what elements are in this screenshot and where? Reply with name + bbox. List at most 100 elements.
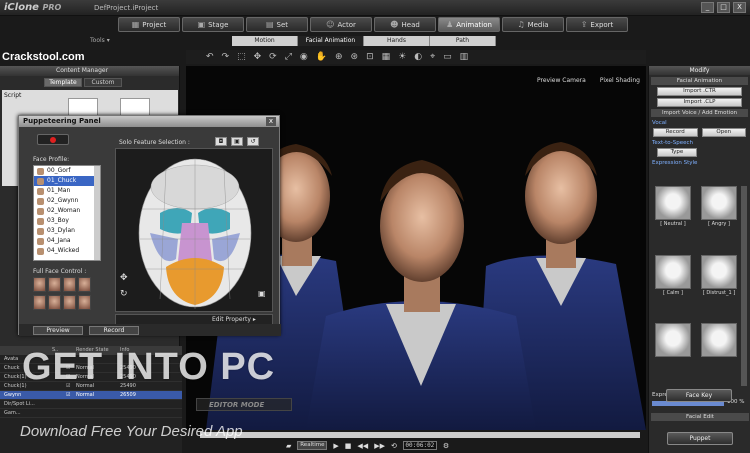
next-frame-icon[interactable]: ▶▶ [374, 442, 385, 450]
face-profile-item[interactable]: 01_Chuck [34, 176, 100, 186]
tab-stage[interactable]: ▣ Stage [182, 17, 244, 32]
timeline-track[interactable] [200, 432, 640, 438]
scene-row[interactable]: Dir/Spot Li... [0, 400, 182, 409]
expression-preset[interactable]: [ Neutral ] [653, 186, 693, 251]
pan-icon[interactable]: ✋ [316, 52, 327, 62]
resize-icon[interactable]: ▣ [258, 289, 266, 298]
zoom-icon[interactable]: ⊕ [335, 52, 343, 62]
full-face-preset[interactable] [78, 295, 91, 310]
subtab-path[interactable]: Path [430, 36, 496, 46]
expression-scrollbar[interactable] [741, 186, 747, 386]
scale-icon[interactable]: ⤢ [285, 52, 292, 62]
close-button[interactable]: X [733, 2, 746, 13]
expression-preset[interactable]: [ Angry ] [699, 186, 739, 251]
record-toggle-button[interactable] [37, 134, 69, 145]
timeline-toggle-icon[interactable]: ▰ [286, 442, 291, 450]
full-face-preset[interactable] [63, 295, 76, 310]
tab-actor[interactable]: ☺ Actor [310, 17, 372, 32]
expression-thumbnail [701, 323, 737, 358]
expression-preset[interactable]: [ Calm ] [653, 254, 693, 320]
subtab-hands[interactable]: Hands [364, 36, 430, 46]
view-icon[interactable]: ▭ [443, 52, 452, 62]
face-profile-item[interactable]: 03_Boy [34, 216, 100, 226]
grid-icon[interactable]: ▦ [382, 52, 391, 62]
reset-icon[interactable]: ↺ [247, 137, 259, 146]
rotate-icon[interactable]: ↻ [120, 289, 128, 299]
facial-animation-section: Facial Animation [651, 77, 748, 85]
tab-export[interactable]: ⇪ Export [566, 17, 628, 32]
expression-preset[interactable] [653, 323, 693, 388]
rotate-icon[interactable]: ⟳ [269, 52, 277, 62]
scene-row[interactable]: Gwynn ☑ Normal 26509 [0, 391, 182, 400]
vocal-record-button[interactable]: Record [653, 128, 698, 137]
scene-row[interactable]: Gam... [0, 409, 182, 418]
full-face-preset[interactable] [78, 277, 91, 292]
full-face-preset[interactable] [63, 277, 76, 292]
stats-icon[interactable]: ▥ [460, 52, 469, 62]
tab-set[interactable]: ▤ Set [246, 17, 308, 32]
undo-icon[interactable]: ↶ [206, 52, 214, 62]
import-clp-button[interactable]: Import .CLP [657, 98, 742, 107]
pixel-shading-selector[interactable]: Pixel Shading [600, 77, 640, 84]
move-icon[interactable]: ✥ [120, 273, 128, 283]
face-profile-item[interactable]: 04_Wicked [34, 246, 100, 256]
redo-icon[interactable]: ↷ [222, 52, 230, 62]
full-face-preset[interactable] [48, 277, 61, 292]
preview-camera-selector[interactable]: Preview Camera [537, 77, 586, 84]
minimize-button[interactable]: _ [701, 2, 714, 13]
face-profile-list[interactable]: 00_Gorf 01_Chuck 01_Man 02_Gwynn 02_Woman 03_… [33, 165, 101, 261]
tab-animation[interactable]: ♟ Animation [438, 17, 500, 32]
tab-custom[interactable]: Custom [84, 78, 122, 87]
snap-icon[interactable]: ⌖ [430, 52, 435, 62]
expression-preset[interactable] [699, 323, 739, 388]
vocal-open-button[interactable]: Open [701, 128, 746, 137]
save-icon[interactable]: ▣ [231, 137, 243, 146]
face-profile-item[interactable]: 01_Man [34, 186, 100, 196]
fit-icon[interactable]: ⊡ [366, 52, 374, 62]
subtab-motion[interactable]: Motion [232, 36, 298, 46]
expression-preset[interactable]: [ Distrust_1 ] [699, 254, 739, 320]
subtab-facial-animation[interactable]: Facial Animation [298, 36, 364, 46]
record-button[interactable]: Record [89, 325, 139, 335]
loop-icon[interactable]: ⟲ [391, 442, 397, 450]
full-face-preset[interactable] [48, 295, 61, 310]
full-face-preset[interactable] [33, 277, 46, 292]
settings-icon[interactable]: ⚙ [443, 442, 449, 450]
face-key-button[interactable]: Face Key [666, 389, 732, 402]
tools-menu[interactable]: Tools ▾ [90, 37, 110, 44]
face-profile-item[interactable]: 00_Gorf [34, 166, 100, 176]
close-panel-button[interactable]: x [266, 117, 276, 126]
camera-icon[interactable]: ◉ [300, 52, 308, 62]
face-profile-item[interactable]: 04_Jana [34, 236, 100, 246]
preview-button[interactable]: Preview [33, 325, 83, 335]
realtime-mode-button[interactable]: Realtime [297, 441, 328, 450]
orbit-icon[interactable]: ⊛ [351, 52, 359, 62]
stop-icon[interactable]: ■ [345, 442, 352, 450]
tts-type-button[interactable]: Type [657, 148, 697, 157]
face-profile-item[interactable]: 02_Gwynn [34, 196, 100, 206]
expression-thumbnail [701, 186, 737, 220]
face-feature-map[interactable]: ✥ ↻ ▣ [115, 148, 273, 312]
select-icon[interactable]: ⬚ [237, 52, 246, 62]
camera-icon[interactable]: ◘ [215, 137, 227, 146]
tab-template[interactable]: Template [44, 78, 82, 87]
full-face-preset[interactable] [33, 295, 46, 310]
light-icon[interactable]: ☀ [398, 52, 406, 62]
puppet-button[interactable]: Puppet [667, 432, 733, 445]
scene-row-info [116, 400, 156, 408]
previous-frame-icon[interactable]: ◀◀ [357, 442, 368, 450]
render-icon[interactable]: ◐ [414, 52, 422, 62]
import-ctr-button[interactable]: Import .CTR [657, 87, 742, 96]
move-icon[interactable]: ✥ [254, 52, 262, 62]
expression-grid: [ Neutral ] [ Angry ] [ Calm ] [ Distrust_1… [653, 186, 739, 388]
tab-project[interactable]: ▦ Project [118, 17, 180, 32]
tab-head[interactable]: ☻ Head [374, 17, 436, 32]
play-icon[interactable]: ▶ [333, 442, 338, 450]
tab-media[interactable]: ♫ Media [502, 17, 564, 32]
face-profile-label: Face Profile: [33, 156, 70, 163]
scene-row-check [62, 409, 72, 417]
face-profile-item[interactable]: 02_Woman [34, 206, 100, 216]
face-profile-item[interactable]: 03_Dylan [34, 226, 100, 236]
maximize-button[interactable]: □ [717, 2, 730, 13]
face-profile-scrollbar[interactable] [94, 166, 100, 260]
